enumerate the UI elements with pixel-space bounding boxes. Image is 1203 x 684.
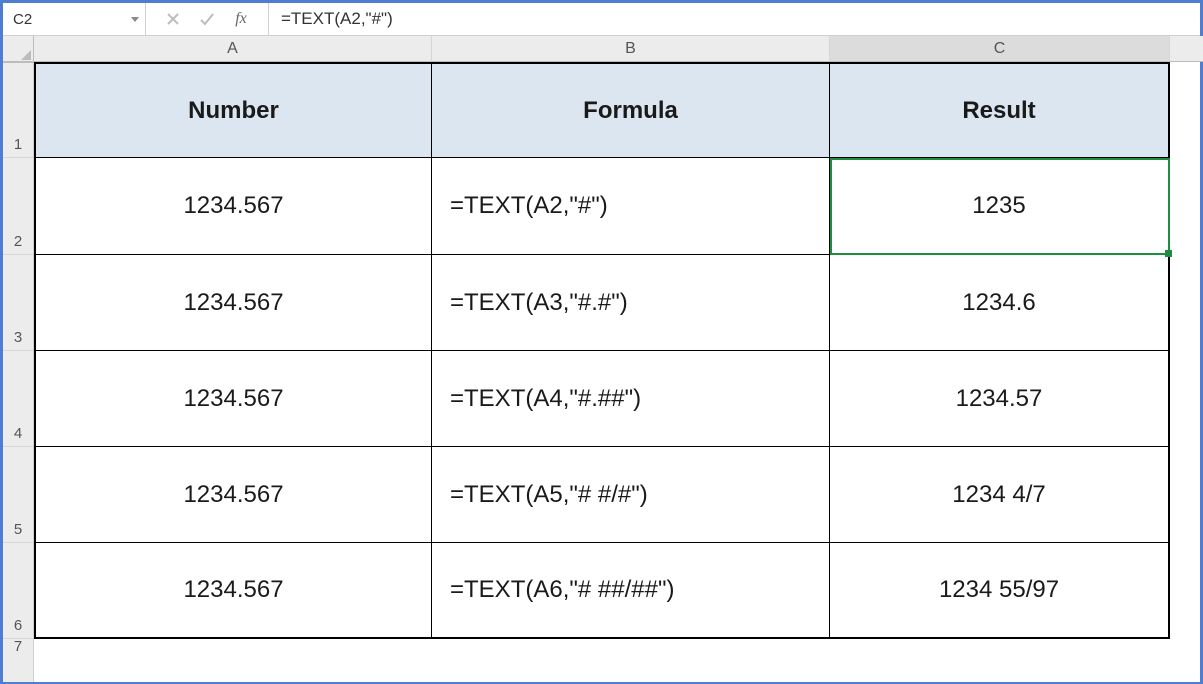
col-header-A[interactable]: A bbox=[34, 36, 432, 62]
sheet-cells: A B C Number Formula Result 1234.567 =TE… bbox=[34, 36, 1200, 682]
cell-C4[interactable]: 1234.57 bbox=[830, 351, 1170, 447]
name-box-text: C2 bbox=[13, 11, 32, 28]
row-header-7[interactable]: 7 bbox=[3, 639, 33, 659]
name-box[interactable]: C2 bbox=[3, 3, 146, 35]
col-header-B[interactable]: B bbox=[432, 36, 830, 62]
cell-B1[interactable]: Formula bbox=[432, 62, 830, 158]
spreadsheet-grid[interactable]: 1 2 3 4 5 6 7 A B C Number Formula Resul… bbox=[3, 36, 1200, 682]
formula-bar: C2 fx =TEXT(A2,"#") bbox=[3, 3, 1200, 36]
cell-B5[interactable]: =TEXT(A5,"# #/#") bbox=[432, 447, 830, 543]
cell-B4[interactable]: =TEXT(A4,"#.##") bbox=[432, 351, 830, 447]
formula-input[interactable]: =TEXT(A2,"#") bbox=[269, 3, 1200, 35]
cell-C3[interactable]: 1234.6 bbox=[830, 255, 1170, 351]
cell-A5[interactable]: 1234.567 bbox=[34, 447, 432, 543]
formula-text: =TEXT(A2,"#") bbox=[281, 9, 393, 29]
cell-B3[interactable]: =TEXT(A3,"#.#") bbox=[432, 255, 830, 351]
cell-C6[interactable]: 1234 55/97 bbox=[830, 543, 1170, 639]
cell-C2[interactable]: 1235 bbox=[830, 158, 1170, 255]
cell-A2[interactable]: 1234.567 bbox=[34, 158, 432, 255]
cell-A1[interactable]: Number bbox=[34, 62, 432, 158]
row-header-6[interactable]: 6 bbox=[3, 543, 33, 639]
col-header-end bbox=[1170, 36, 1203, 62]
formula-bar-controls: fx bbox=[146, 3, 269, 35]
cell-C1[interactable]: Result bbox=[830, 62, 1170, 158]
cancel-icon[interactable] bbox=[156, 12, 190, 26]
row-header-1[interactable]: 1 bbox=[3, 62, 33, 158]
cell-C5[interactable]: 1234 4/7 bbox=[830, 447, 1170, 543]
col-header-C[interactable]: C bbox=[830, 36, 1170, 62]
fx-icon[interactable]: fx bbox=[224, 10, 258, 28]
cell-A4[interactable]: 1234.567 bbox=[34, 351, 432, 447]
cell-A3[interactable]: 1234.567 bbox=[34, 255, 432, 351]
row-header-4[interactable]: 4 bbox=[3, 351, 33, 447]
app-window: C2 fx =TEXT(A2,"#") 1 2 3 4 5 bbox=[0, 0, 1203, 684]
cell-B6[interactable]: =TEXT(A6,"# ##/##") bbox=[432, 543, 830, 639]
row-header-blank bbox=[3, 36, 33, 62]
chevron-down-icon[interactable] bbox=[131, 17, 139, 22]
cell-A6[interactable]: 1234.567 bbox=[34, 543, 432, 639]
row-gutter: 1 2 3 4 5 6 7 bbox=[3, 36, 34, 682]
row-header-3[interactable]: 3 bbox=[3, 255, 33, 351]
row-header-5[interactable]: 5 bbox=[3, 447, 33, 543]
enter-icon[interactable] bbox=[190, 12, 224, 26]
row-header-2[interactable]: 2 bbox=[3, 158, 33, 255]
cell-B2[interactable]: =TEXT(A2,"#") bbox=[432, 158, 830, 255]
